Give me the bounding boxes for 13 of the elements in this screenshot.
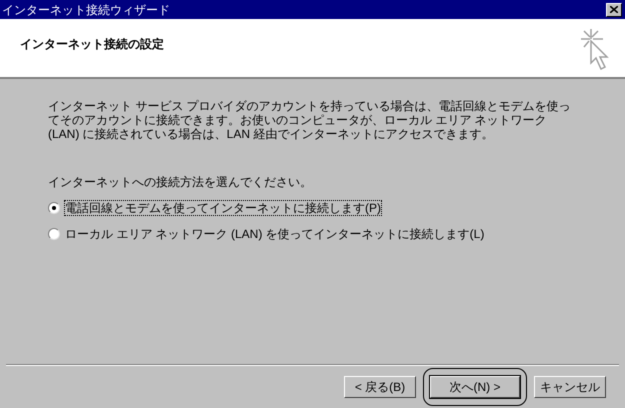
close-icon (610, 6, 618, 13)
wizard-button[interactable]: キャンセル (534, 376, 606, 398)
radio-button[interactable] (48, 228, 60, 240)
close-button[interactable] (606, 2, 622, 16)
header-title: インターネット接続の設定 (20, 36, 164, 53)
wizard-button[interactable]: 次へ(N) > (430, 376, 520, 398)
wizard-button[interactable]: < 戻る(B) (344, 376, 416, 398)
window-title: インターネット接続ウィザード (2, 4, 170, 16)
description-text: インターネット サービス プロバイダのアカウントを持っている場合は、電話回線とモデムを使ってそのアカウントに接続できます。お使いのコンピュータが、ローカル エリア ネットワーク (LAN) に接続されている場合は、LAN 経由でインターネットにアクセスできます。 (48, 99, 572, 141)
radio-button[interactable] (48, 202, 60, 214)
option-label[interactable]: ローカル エリア ネットワーク (LAN) を使ってインターネットに接続します(L) (65, 227, 484, 241)
option-label[interactable]: 電話回線とモデムを使ってインターネットに接続します(P) (65, 201, 381, 215)
prompt-text: インターネットへの接続方法を選んでください。 (48, 175, 313, 189)
